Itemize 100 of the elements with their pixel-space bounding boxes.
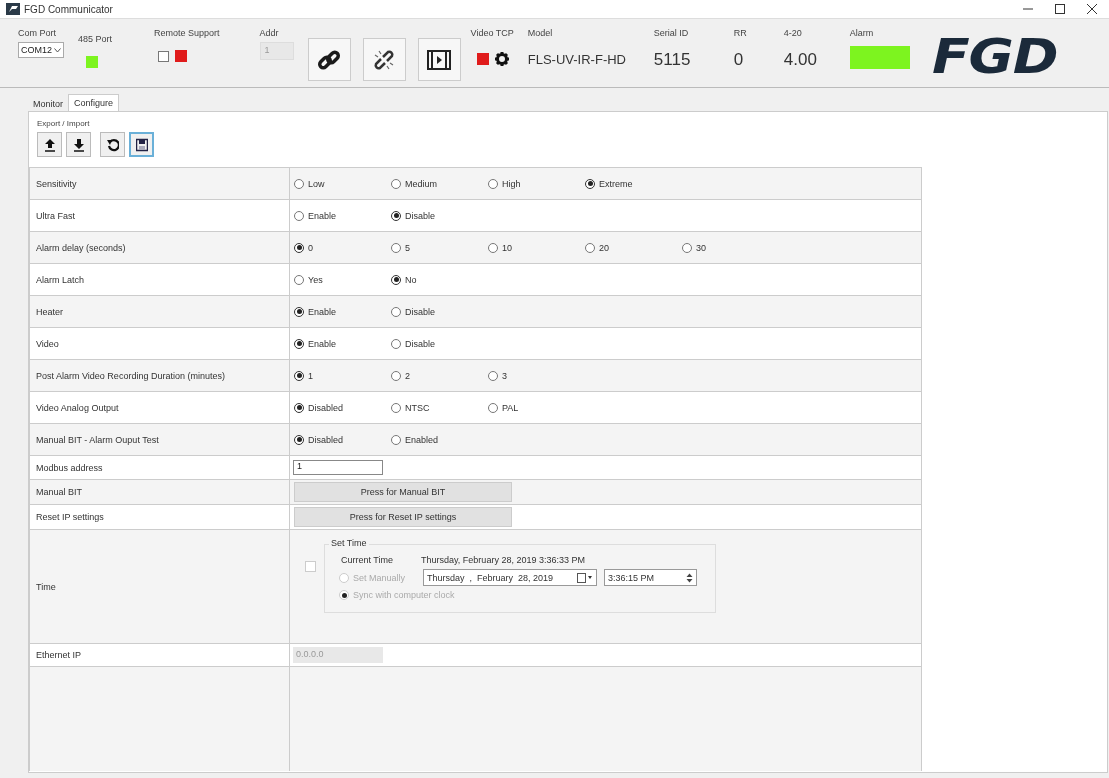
radio-button[interactable]: Enable: [294, 210, 391, 221]
radio-button[interactable]: Enabled: [391, 434, 488, 445]
radio-indicator[interactable]: [391, 338, 401, 349]
field-label: 485 Port: [78, 34, 113, 44]
radio-indicator[interactable]: [294, 370, 304, 381]
radio-indicator[interactable]: [488, 178, 498, 189]
radio-button[interactable]: Low: [294, 178, 391, 189]
group-label: Export / Import: [37, 119, 91, 128]
import-button[interactable]: [66, 132, 91, 157]
radio-indicator[interactable]: [294, 178, 304, 189]
radio-button[interactable]: 3: [488, 370, 585, 381]
field-label: Remote Support: [154, 28, 220, 38]
radio-indicator[interactable]: [294, 402, 304, 413]
export-button[interactable]: [37, 132, 62, 157]
time-picker[interactable]: 3:36:15 PM: [604, 569, 697, 586]
tab[interactable]: Configure: [68, 94, 120, 111]
chevron-icon: [54, 47, 61, 53]
disconnect-button[interactable]: [362, 38, 406, 81]
radio-button[interactable]: Enable: [294, 306, 391, 317]
radio-button[interactable]: PAL: [488, 402, 585, 413]
radio-indicator[interactable]: [391, 370, 401, 381]
radio-indicator[interactable]: [682, 242, 692, 253]
tab[interactable]: Monitor: [28, 96, 68, 111]
field-label: Current Time: [341, 555, 393, 565]
radio-indicator[interactable]: [391, 402, 401, 413]
maximize-icon[interactable]: [1055, 4, 1065, 14]
window-title: FGD Communicator: [24, 3, 113, 15]
current-time: Thursday, February 28, 2019 3:36:33 PM: [421, 555, 585, 565]
setting-label: Ultra Fast: [30, 200, 290, 232]
radio-button[interactable]: 20: [585, 242, 682, 253]
radio-indicator[interactable]: [391, 210, 401, 221]
checkbox[interactable]: [305, 561, 316, 572]
refresh-button[interactable]: [100, 132, 125, 157]
radio-button[interactable]: 1: [294, 370, 391, 381]
setting-label: Modbus address: [30, 456, 290, 480]
radio-indicator[interactable]: [294, 242, 304, 253]
radio-indicator[interactable]: [294, 210, 304, 221]
radio-indicator[interactable]: [391, 178, 401, 189]
radio-button[interactable]: No: [391, 274, 488, 285]
radio-button[interactable]: 5: [391, 242, 488, 253]
setting-label: Alarm Latch: [30, 264, 290, 296]
group-label: Set Time: [329, 538, 369, 548]
save-icon: [135, 137, 148, 152]
input-field[interactable]: 1: [293, 460, 383, 475]
save-button[interactable]: [129, 132, 154, 157]
radio-indicator[interactable]: [585, 178, 595, 189]
date-picker[interactable]: Thursday , February 28, 2019: [423, 569, 597, 586]
video-button[interactable]: [417, 38, 461, 81]
radio-indicator[interactable]: [294, 306, 304, 317]
action-button[interactable]: Press for Reset IP settings: [294, 507, 512, 527]
radio-indicator[interactable]: [391, 306, 401, 317]
radio-button[interactable]: Medium: [391, 178, 488, 189]
connect-button[interactable]: [307, 38, 351, 81]
app-icon: [6, 3, 20, 15]
spinner-icon: [686, 572, 693, 583]
checkbox[interactable]: [158, 50, 170, 62]
calendar-icon: [577, 572, 593, 583]
radio-indicator[interactable]: [391, 242, 401, 253]
action-button[interactable]: Press for Manual BIT: [294, 482, 512, 502]
gear-icon[interactable]: [494, 52, 509, 66]
radio-button[interactable]: 30: [682, 242, 779, 253]
radio-button[interactable]: Disabled: [294, 402, 391, 413]
film-icon: [427, 48, 452, 71]
reading-value: 0: [733, 50, 745, 70]
radio-button[interactable]: NTSC: [391, 402, 488, 413]
radio-indicator[interactable]: [391, 274, 401, 285]
radio-button[interactable]: Disable: [391, 210, 488, 221]
radio-indicator[interactable]: [294, 338, 304, 349]
radio-button[interactable]: Disable: [391, 338, 488, 349]
refresh-icon: [106, 137, 119, 152]
field-label: Model: [527, 28, 554, 38]
radio-indicator[interactable]: [488, 242, 498, 253]
radio-button[interactable]: Yes: [294, 274, 391, 285]
upload-icon: [43, 137, 56, 152]
radio-button[interactable]: Enable: [294, 338, 391, 349]
radio-button[interactable]: 2: [391, 370, 488, 381]
radio-button[interactable]: Extreme: [585, 178, 682, 189]
radio-indicator[interactable]: [488, 402, 498, 413]
radio-indicator[interactable]: [294, 274, 304, 285]
setting-label: Video Analog Output: [30, 392, 290, 424]
radio-button[interactable]: 10: [488, 242, 585, 253]
field-label: Addr: [259, 28, 280, 38]
serial-value: 5115: [653, 50, 692, 70]
radio-indicator[interactable]: [391, 434, 401, 445]
field-label: RR: [733, 28, 748, 38]
radio-button[interactable]: Disable: [391, 306, 488, 317]
setting-label: Video: [30, 328, 290, 360]
radio-indicator[interactable]: [294, 434, 304, 445]
download-icon: [72, 137, 85, 152]
radio-button[interactable]: Disabled: [294, 434, 391, 445]
port-dropdown[interactable]: COM12: [18, 42, 64, 58]
field-label: Serial ID: [653, 28, 690, 38]
radio-indicator[interactable]: [488, 370, 498, 381]
field-label: Video TCP: [470, 28, 514, 38]
radio-button[interactable]: High: [488, 178, 585, 189]
radio-button[interactable]: 0: [294, 242, 391, 253]
close-icon[interactable]: [1087, 4, 1097, 14]
setting-label: Ethernet IP: [30, 644, 290, 667]
radio-indicator[interactable]: [585, 242, 595, 253]
logo: FGD: [931, 27, 1058, 84]
